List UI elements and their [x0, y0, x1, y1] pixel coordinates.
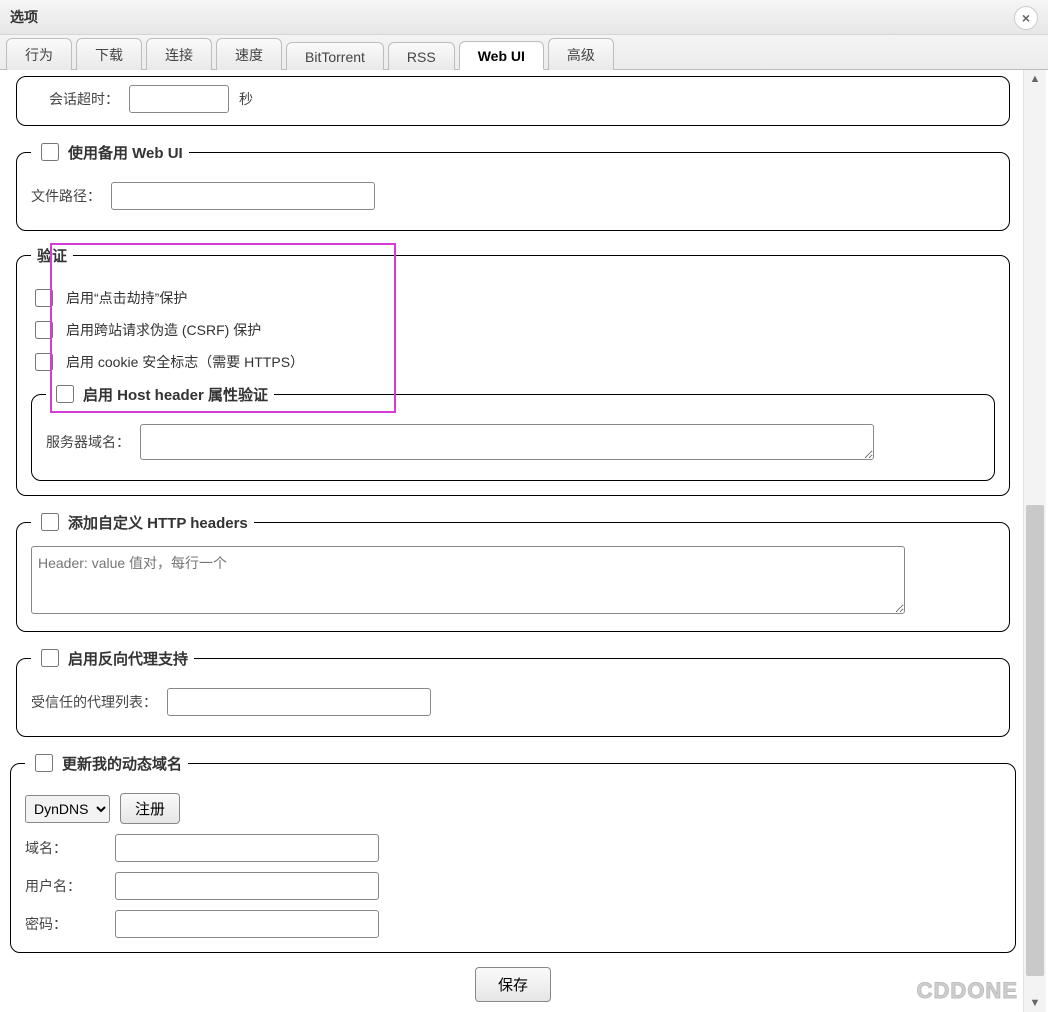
custom-headers-checkbox[interactable]: [41, 513, 59, 531]
fieldset-auth: 验证 启用“点击劫持”保护 启用跨站请求伪造 (CSRF) 保护 启用 cook…: [16, 245, 1010, 496]
fieldset-host-header: 启用 Host header 属性验证 服务器域名：: [31, 382, 995, 481]
tab-connection[interactable]: 连接: [146, 38, 212, 70]
dialog-title-bar: 选项: [0, 0, 1048, 35]
clickjacking-label: 启用“点击劫持”保护: [66, 288, 187, 308]
tab-speed[interactable]: 速度: [216, 38, 282, 70]
host-header-checkbox[interactable]: [56, 385, 74, 403]
tab-download[interactable]: 下载: [76, 38, 142, 70]
alt-webui-path-input[interactable]: [111, 182, 375, 210]
tab-bar: 行为 下载 连接 速度 BitTorrent RSS Web UI 高级: [0, 35, 1048, 70]
dialog-title: 选项: [10, 7, 38, 27]
trusted-proxies-input[interactable]: [167, 688, 431, 716]
scroll-up-icon[interactable]: ▲: [1024, 70, 1046, 88]
alt-webui-legend: 使用备用 Web UI: [68, 142, 183, 163]
session-timeout-label: 会话超时：: [49, 89, 119, 109]
dyndns-register-button[interactable]: 注册: [120, 793, 180, 824]
fieldset-reverse-proxy: 启用反向代理支持 受信任的代理列表：: [16, 646, 1010, 737]
host-header-legend: 启用 Host header 属性验证: [83, 384, 268, 405]
dyndns-service-select[interactable]: DynDNS: [25, 795, 110, 823]
custom-headers-textarea[interactable]: [31, 546, 905, 614]
save-button[interactable]: 保存: [475, 967, 551, 1002]
session-timeout-unit: 秒: [239, 89, 253, 109]
server-domain-label: 服务器域名：: [46, 432, 130, 452]
tab-content: 会话超时： 秒 使用备用 Web UI 文件路径： 验证: [4, 70, 1022, 1012]
close-button[interactable]: ×: [1014, 6, 1038, 30]
tab-webui[interactable]: Web UI: [459, 41, 544, 70]
dyndns-domain-input[interactable]: [115, 834, 379, 862]
clickjacking-checkbox[interactable]: [35, 289, 53, 307]
dyndns-domain-label: 域名：: [25, 838, 105, 858]
csrf-checkbox[interactable]: [35, 321, 53, 339]
trusted-proxies-label: 受信任的代理列表：: [31, 692, 157, 712]
dyndns-password-input[interactable]: [115, 910, 379, 938]
close-icon: ×: [1022, 11, 1030, 25]
auth-legend: 验证: [37, 245, 67, 266]
vertical-scrollbar[interactable]: ▲ ▼: [1023, 70, 1046, 1012]
server-domain-input[interactable]: [140, 424, 874, 460]
tab-advanced[interactable]: 高级: [548, 38, 614, 70]
dyndns-username-label: 用户名：: [25, 876, 105, 896]
session-timeout-input[interactable]: [129, 85, 229, 113]
dyndns-checkbox[interactable]: [35, 754, 53, 772]
cookie-secure-label: 启用 cookie 安全标志（需要 HTTPS）: [66, 352, 304, 372]
dyndns-legend: 更新我的动态域名: [62, 753, 182, 774]
reverse-proxy-checkbox[interactable]: [41, 649, 59, 667]
tab-behavior[interactable]: 行为: [6, 38, 72, 70]
fieldset-alt-webui: 使用备用 Web UI 文件路径：: [16, 140, 1010, 231]
scroll-thumb[interactable]: [1026, 505, 1044, 976]
fieldset-custom-headers: 添加自定义 HTTP headers: [16, 510, 1010, 632]
alt-webui-checkbox[interactable]: [41, 143, 59, 161]
cookie-secure-checkbox[interactable]: [35, 353, 53, 371]
watermark: CDDONE: [917, 978, 1018, 1004]
custom-headers-legend: 添加自定义 HTTP headers: [68, 512, 248, 533]
tab-bittorrent[interactable]: BitTorrent: [286, 42, 384, 70]
reverse-proxy-legend: 启用反向代理支持: [68, 648, 188, 669]
dyndns-password-label: 密码：: [25, 914, 105, 934]
scroll-down-icon[interactable]: ▼: [1024, 994, 1046, 1012]
alt-webui-path-label: 文件路径：: [31, 186, 101, 206]
csrf-label: 启用跨站请求伪造 (CSRF) 保护: [66, 320, 261, 340]
tab-rss[interactable]: RSS: [388, 42, 455, 70]
fieldset-dyndns: 更新我的动态域名 DynDNS 注册 域名： 用户名： 密码：: [10, 751, 1016, 953]
dyndns-username-input[interactable]: [115, 872, 379, 900]
